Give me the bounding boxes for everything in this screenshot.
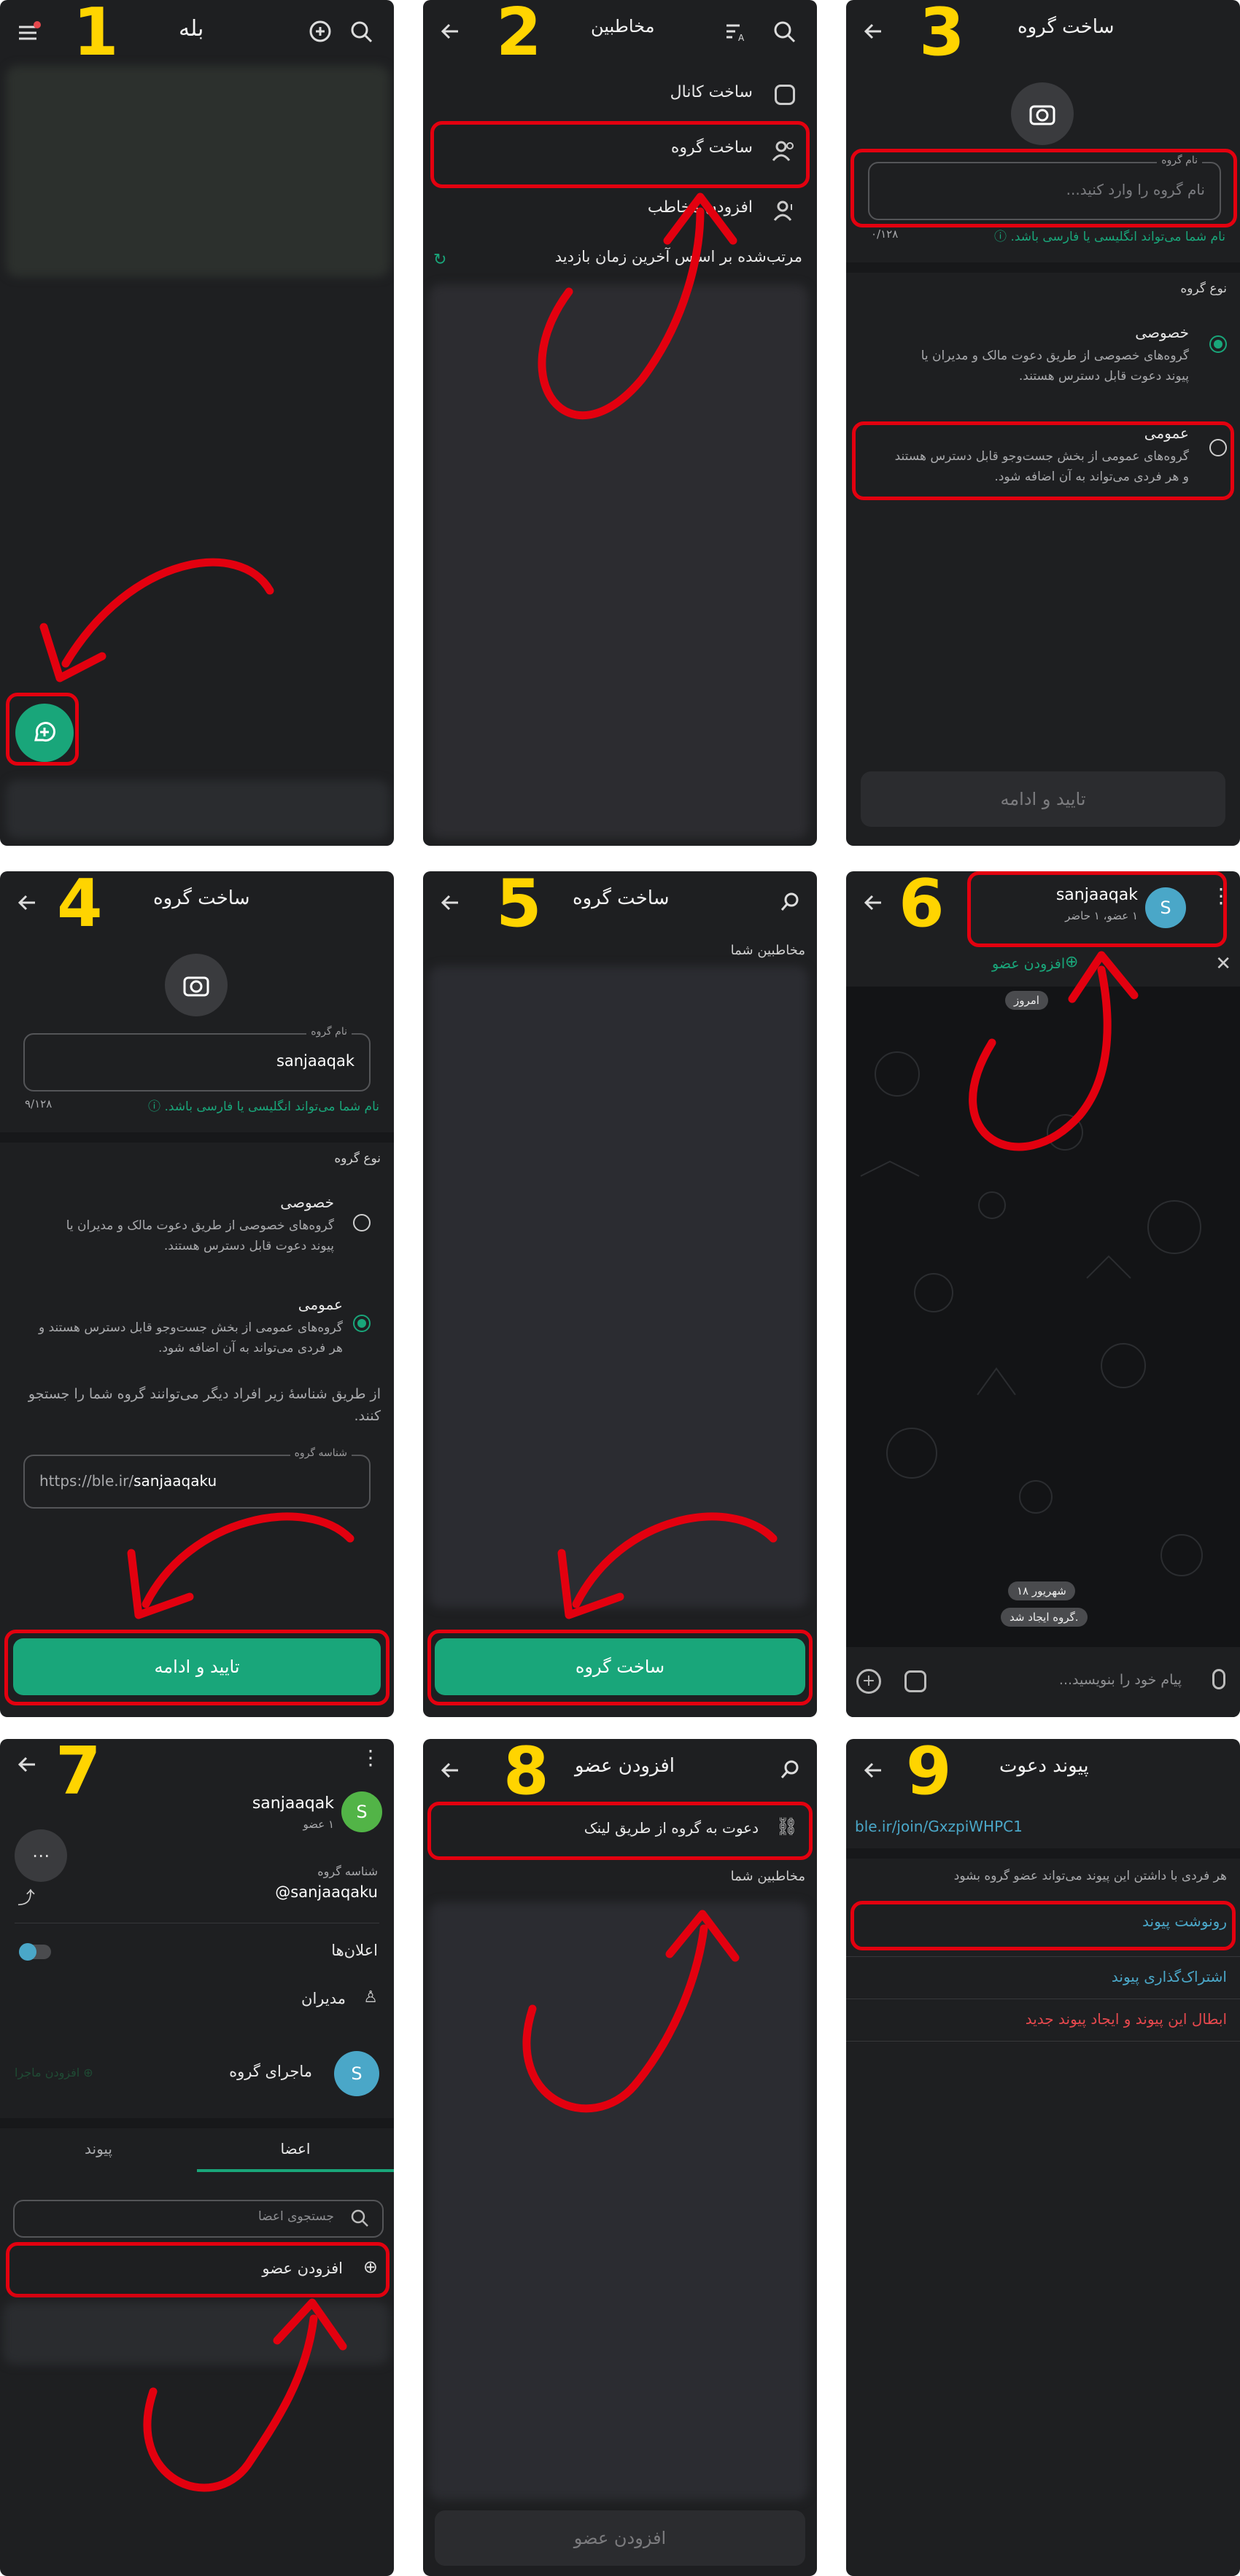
arrow-to-add-member <box>143 2314 318 2492</box>
annotation-overlay <box>39 192 1139 2492</box>
arrow-to-confirm <box>142 1512 354 1608</box>
arrow-to-create-group <box>538 207 705 419</box>
arrow-to-fab <box>61 558 274 668</box>
arrow-to-create-button <box>572 1512 778 1608</box>
arrow-to-chat-header <box>969 965 1112 1151</box>
arrow-to-invite-link <box>522 1924 708 2113</box>
